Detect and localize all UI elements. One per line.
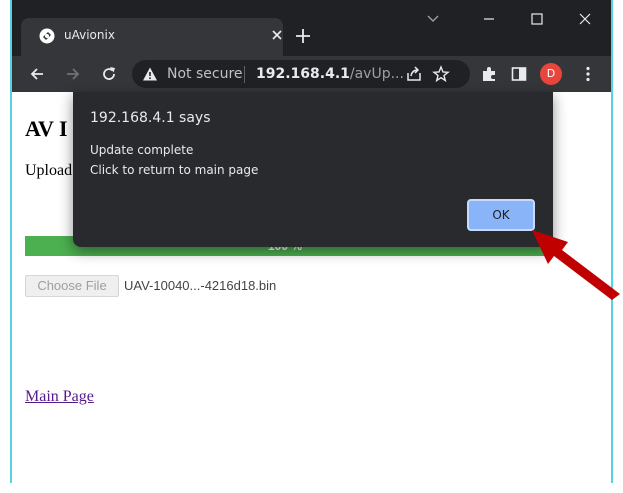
tab-title: uAvionix	[64, 28, 115, 42]
url-host: 192.168.4.1	[256, 66, 350, 82]
close-window-icon[interactable]	[578, 12, 592, 26]
selected-file-name: UAV-10040...-4216d18.bin	[124, 278, 277, 293]
page-heading: AV I	[25, 116, 68, 141]
tab-strip: uAvionix	[12, 0, 611, 56]
maximize-icon[interactable]	[530, 12, 544, 26]
browser-toolbar: Not secure 192.168.4.1/avUp... D	[12, 56, 611, 92]
extensions-icon[interactable]	[480, 65, 498, 83]
minimize-icon[interactable]	[482, 12, 496, 26]
address-separator	[244, 66, 245, 83]
browser-tab[interactable]: uAvionix	[21, 18, 283, 56]
choose-file-button[interactable]: Choose File	[25, 275, 119, 297]
share-icon[interactable]	[405, 65, 423, 83]
menu-kebab-icon[interactable]	[579, 65, 597, 83]
warning-icon[interactable]	[142, 66, 158, 82]
profile-avatar[interactable]: D	[540, 63, 562, 85]
upload-status-text: Upload	[25, 162, 73, 179]
favicon-icon	[39, 28, 55, 44]
url-path: /avUp...	[349, 66, 404, 82]
reload-icon[interactable]	[100, 65, 118, 83]
main-page-link[interactable]: Main Page	[25, 388, 94, 406]
forward-arrow-icon[interactable]	[64, 65, 82, 83]
close-tab-icon[interactable]	[269, 27, 285, 43]
tab-search-chevron-icon[interactable]	[426, 12, 440, 26]
annotation-arrow-icon	[532, 230, 620, 300]
alert-dialog: 192.168.4.1 says Update complete Click t…	[73, 92, 553, 247]
dialog-message-line-2: Click to return to main page	[90, 163, 259, 177]
back-arrow-icon[interactable]	[28, 65, 46, 83]
dialog-message-line-1: Update complete	[90, 143, 194, 157]
dialog-title: 192.168.4.1 says	[90, 110, 211, 126]
url-text: 192.168.4.1/avUp...	[256, 66, 404, 82]
bookmark-star-icon[interactable]	[432, 65, 450, 83]
not-secure-label: Not secure	[167, 66, 243, 82]
side-panel-icon[interactable]	[510, 65, 528, 83]
new-tab-icon[interactable]	[294, 27, 312, 45]
